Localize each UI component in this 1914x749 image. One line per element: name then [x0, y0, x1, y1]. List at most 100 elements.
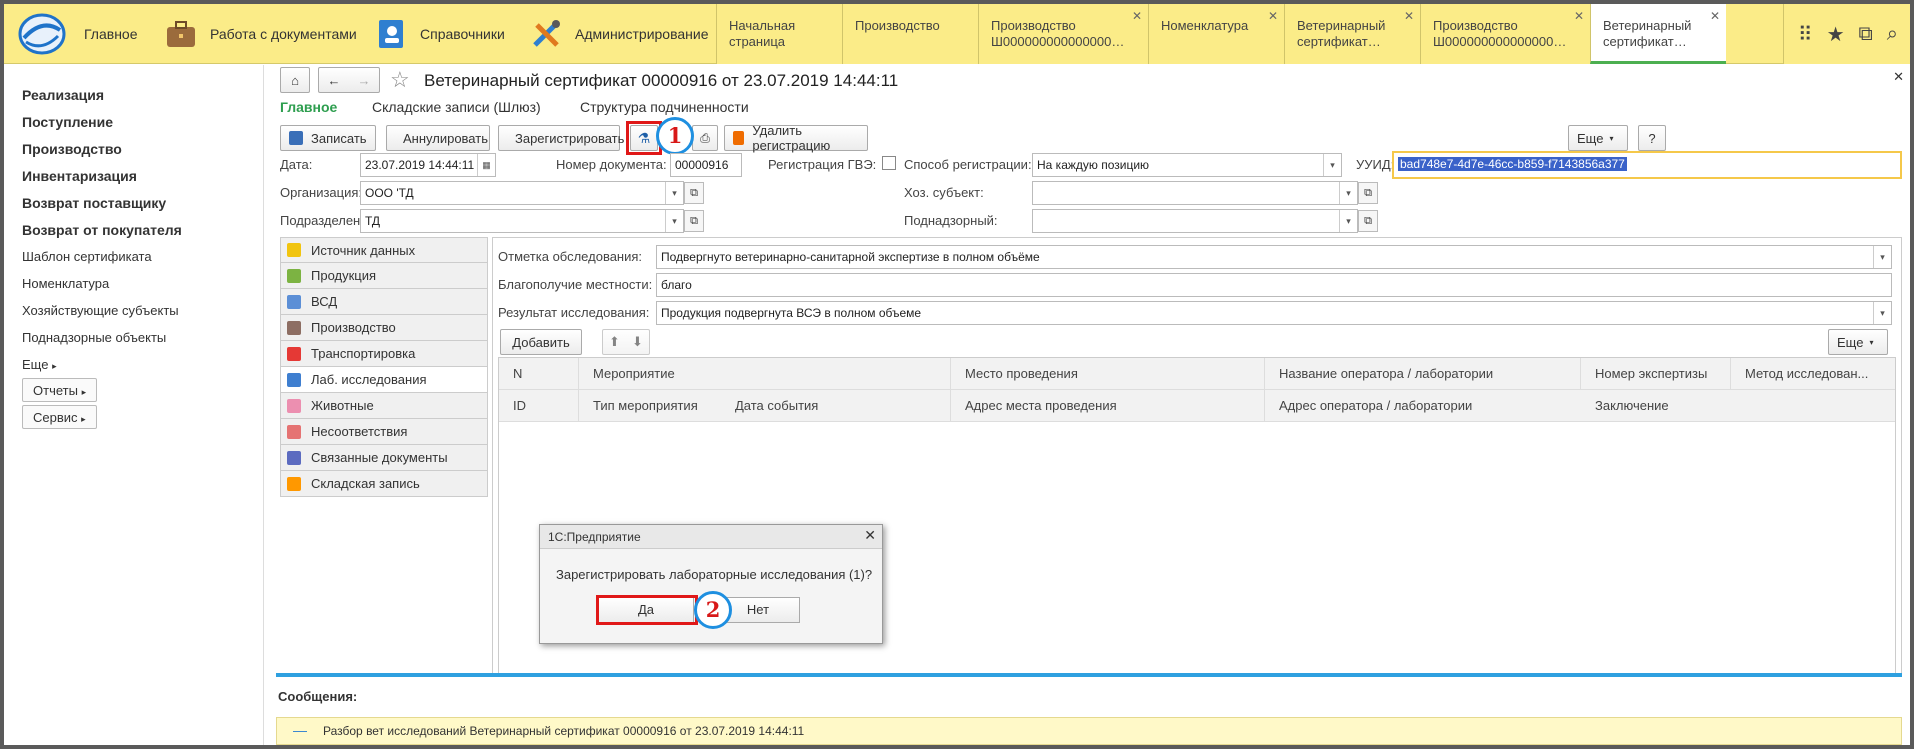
sidebar-item-nomenclature[interactable]: Номенклатура: [22, 276, 109, 291]
service-button[interactable]: Сервис ▸: [22, 405, 97, 429]
messages-bar[interactable]: — Разбор вет исследований Ветеринарный с…: [276, 717, 1902, 745]
sidebar-item-receipts[interactable]: Поступление: [22, 114, 113, 130]
chevron-down-icon[interactable]: ▾: [1323, 154, 1341, 176]
forward-arrow-icon[interactable]: →: [358, 73, 371, 88]
chevron-down-icon[interactable]: ▾: [1339, 182, 1357, 204]
docnum-field[interactable]: 00000916: [670, 153, 742, 177]
chevron-down-icon[interactable]: ▾: [1873, 246, 1891, 268]
open-icon[interactable]: ⧉: [1358, 182, 1378, 204]
department-field[interactable]: ТД ▾: [360, 209, 684, 233]
home-button[interactable]: ⌂: [280, 67, 310, 93]
star-icon[interactable]: ★: [1827, 22, 1845, 47]
date-field[interactable]: 23.07.2019 14:44:11 ▦: [360, 153, 496, 177]
close-icon[interactable]: ✕: [1574, 8, 1584, 24]
tab-vet-certificate[interactable]: ✕ Ветеринарный сертификат…: [1284, 4, 1420, 64]
collapse-icon[interactable]: —: [293, 722, 307, 738]
nav-production[interactable]: Производство: [280, 315, 488, 341]
favorite-star-icon[interactable]: ☆: [390, 67, 410, 93]
open-icon[interactable]: ⧉: [684, 182, 704, 204]
grid-icon[interactable]: ⠿: [1798, 22, 1813, 47]
method-select[interactable]: На каждую позицию ▾: [1032, 153, 1342, 177]
organization-field[interactable]: ООО 'ТД ▾: [360, 181, 684, 205]
back-arrow-icon[interactable]: ←: [328, 73, 341, 88]
sidebar-item-return-customer[interactable]: Возврат от покупателя: [22, 222, 182, 238]
col-event[interactable]: Мероприятие: [579, 358, 951, 390]
arrow-up-icon[interactable]: ⬆: [609, 334, 620, 350]
table-more-button[interactable]: Еще ▾: [1828, 329, 1888, 355]
nav-nonconformities[interactable]: Несоответствия: [280, 419, 488, 445]
col-event-date[interactable]: Дата события: [721, 390, 951, 422]
nav-data-source[interactable]: Источник данных: [280, 237, 488, 263]
subtab-main[interactable]: Главное: [280, 99, 337, 115]
subtab-warehouse-records[interactable]: Складские записи (Шлюз): [372, 99, 541, 115]
nav-products[interactable]: Продукция: [280, 263, 488, 289]
col-operator[interactable]: Название оператора / лаборатории: [1265, 358, 1581, 390]
nav-warehouse-record[interactable]: Складская запись: [280, 471, 488, 497]
tab-nomenclature[interactable]: ✕ Номенклатура: [1148, 4, 1284, 64]
tab-start-page[interactable]: Начальная страница: [716, 4, 842, 64]
col-place-address[interactable]: Адрес места проведения: [951, 390, 1265, 422]
save-button[interactable]: Записать: [280, 125, 376, 151]
col-place[interactable]: Место проведения: [951, 358, 1265, 390]
sidebar-item-cert-template[interactable]: Шаблон сертификата: [22, 249, 152, 264]
section-home[interactable]: Главное: [84, 4, 138, 64]
arrow-down-icon[interactable]: ⬇: [632, 334, 643, 350]
close-icon[interactable]: ✕: [1132, 8, 1142, 24]
nav-vsd[interactable]: ВСД: [280, 289, 488, 315]
help-button[interactable]: ?: [1638, 125, 1666, 151]
subtab-subordination[interactable]: Структура подчиненности: [580, 99, 749, 115]
close-icon[interactable]: ✕: [1404, 8, 1414, 24]
sidebar-item-production[interactable]: Производство: [22, 141, 122, 157]
gve-checkbox[interactable]: [882, 156, 896, 170]
col-operator-address[interactable]: Адрес оператора / лаборатории: [1265, 390, 1581, 422]
calendar-icon[interactable]: ▦: [477, 154, 495, 176]
nav-lab-research[interactable]: Лаб. исследования: [280, 367, 488, 393]
sidebar-item-return-supplier[interactable]: Возврат поставщику: [22, 195, 166, 211]
col-method[interactable]: Метод исследован...: [1731, 358, 1895, 390]
open-icon[interactable]: ⧉: [684, 210, 704, 232]
tab-production-doc-2[interactable]: ✕ Производство Ш000000000000000…: [1420, 4, 1590, 64]
1c-logo-icon[interactable]: [18, 12, 66, 56]
supervised-field[interactable]: ▾: [1032, 209, 1358, 233]
nav-linked-docs[interactable]: Связанные документы: [280, 445, 488, 471]
close-icon[interactable]: ✕: [1268, 8, 1278, 24]
sidebar-item-more[interactable]: Еще ▸: [22, 357, 57, 372]
sidebar-item-supervised-objects[interactable]: Поднадзорные объекты: [22, 330, 166, 345]
print-button[interactable]: ⎙: [692, 125, 718, 151]
close-icon[interactable]: ✕: [1710, 8, 1720, 24]
chevron-down-icon[interactable]: ▾: [1339, 210, 1357, 232]
search-icon[interactable]: ⌕: [1887, 23, 1898, 46]
result-select[interactable]: Продукция подвергнута ВСЭ в полном объем…: [656, 301, 1892, 325]
nav-animals[interactable]: Животные: [280, 393, 488, 419]
sidebar-item-inventory[interactable]: Инвентаризация: [22, 168, 137, 184]
reports-button[interactable]: Отчеты ▸: [22, 378, 98, 402]
register-button[interactable]: Зарегистрировать: [498, 125, 624, 151]
dialog-close-icon[interactable]: ✕: [864, 527, 876, 544]
col-expertise[interactable]: Номер экспертизы: [1581, 358, 1731, 390]
chevron-down-icon[interactable]: ▾: [1873, 302, 1891, 324]
uuid-field[interactable]: bad748e7-4d7e-46cc-b859-f7143856a377: [1392, 151, 1902, 179]
more-button[interactable]: Еще ▾: [1568, 125, 1628, 151]
wellbeing-field[interactable]: благо: [656, 273, 1892, 297]
col-event-type[interactable]: Тип мероприятия: [579, 390, 721, 422]
tab-vet-certificate-active[interactable]: ✕ Ветеринарный сертификат…: [1590, 4, 1726, 64]
nav-transport[interactable]: Транспортировка: [280, 341, 488, 367]
open-icon[interactable]: ⧉: [1358, 210, 1378, 232]
section-administration[interactable]: Администрирование: [529, 4, 709, 64]
history-icon[interactable]: ⧉: [1859, 23, 1873, 46]
sidebar-item-sales[interactable]: Реализация: [22, 87, 104, 103]
add-button[interactable]: Добавить: [500, 329, 582, 355]
subject-field[interactable]: ▾: [1032, 181, 1358, 205]
col-n[interactable]: N: [499, 358, 579, 390]
chevron-down-icon[interactable]: ▾: [665, 210, 683, 232]
section-references[interactable]: Справочники: [374, 4, 505, 64]
sidebar-item-business-entities[interactable]: Хозяйствующие субъекты: [22, 303, 179, 318]
cancel-doc-button[interactable]: Аннулировать: [386, 125, 490, 151]
col-id[interactable]: ID: [499, 390, 579, 422]
col-conclusion[interactable]: Заключение: [1581, 390, 1895, 422]
chevron-down-icon[interactable]: ▾: [665, 182, 683, 204]
delete-registration-button[interactable]: Удалить регистрацию: [724, 123, 868, 153]
section-documents[interactable]: Работа с документами: [164, 4, 357, 64]
close-form-icon[interactable]: ✕: [1893, 69, 1904, 85]
tab-production[interactable]: Производство: [842, 4, 978, 64]
